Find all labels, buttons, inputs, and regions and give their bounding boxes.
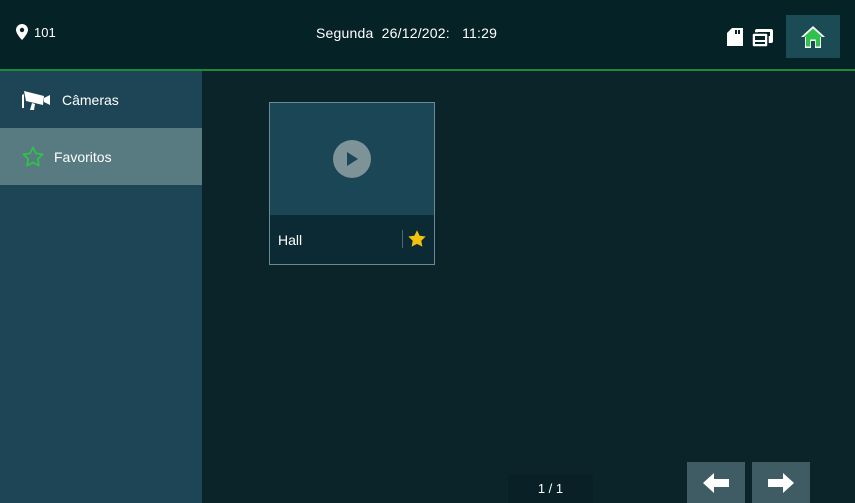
camera-name: Hall bbox=[278, 232, 303, 248]
next-page-button[interactable] bbox=[752, 462, 810, 503]
camera-thumbnail[interactable] bbox=[270, 103, 434, 215]
home-icon bbox=[801, 25, 825, 48]
camera-card[interactable]: Hall bbox=[269, 102, 435, 265]
card-footer: Hall bbox=[270, 215, 434, 264]
sidebar-item-label: Câmeras bbox=[62, 91, 119, 108]
date-time: Segunda 26/12/202: 11:29 bbox=[316, 25, 497, 41]
camera-icon bbox=[22, 90, 50, 110]
arrow-right-icon bbox=[768, 472, 794, 493]
play-button[interactable] bbox=[333, 140, 371, 178]
time: 11:29 bbox=[462, 25, 498, 41]
location-number: 101 bbox=[34, 24, 56, 40]
page-indicator: 1 / 1 bbox=[508, 474, 593, 503]
sidebar-item-label: Favoritos bbox=[54, 148, 112, 165]
divider bbox=[402, 230, 403, 248]
play-icon bbox=[347, 152, 358, 166]
arrow-left-icon bbox=[703, 472, 729, 493]
sidebar-item-favorites[interactable]: Favoritos bbox=[0, 128, 202, 185]
date: 26/12/202: bbox=[381, 25, 450, 41]
sidebar-item-cameras[interactable]: Câmeras bbox=[0, 71, 202, 128]
sd-card-icon bbox=[727, 28, 743, 46]
weekday: Segunda bbox=[316, 25, 374, 41]
star-outline-icon bbox=[22, 146, 44, 167]
top-bar: 101 Segunda 26/12/202: 11:29 bbox=[0, 0, 855, 71]
favorite-star-icon[interactable] bbox=[407, 229, 427, 248]
location-pin-icon bbox=[16, 24, 28, 40]
location-indicator: 101 bbox=[16, 24, 56, 40]
home-button[interactable] bbox=[786, 15, 840, 58]
sidebar: Câmeras Favoritos bbox=[0, 71, 202, 503]
intercom-icon bbox=[752, 29, 773, 47]
main-content: Hall bbox=[202, 71, 855, 503]
previous-page-button[interactable] bbox=[687, 462, 745, 503]
